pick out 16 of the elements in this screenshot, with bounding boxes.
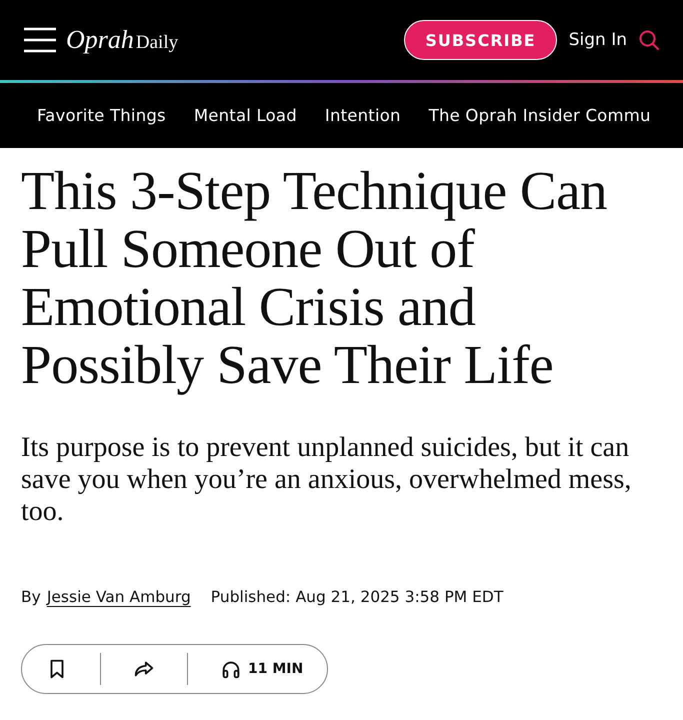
sign-in-link[interactable]: Sign In xyxy=(568,30,627,50)
logo-script[interactable]: Oprah xyxy=(66,25,134,55)
byline-prefix: By xyxy=(21,588,41,606)
menu-icon[interactable] xyxy=(24,27,56,53)
headline: This 3-Step Technique Can Pull Someone Out of Emotional Crisis and Possibly Save Their Life xyxy=(21,162,608,394)
nav-link[interactable]: Intention xyxy=(324,106,401,125)
logo-word[interactable]: Daily xyxy=(136,32,178,54)
author-link[interactable]: Jessie Van Amburg xyxy=(46,588,191,606)
publish-date: Published: Aug 21, 2025 3:58 PM EDT xyxy=(210,588,504,606)
subheadline: Its purpose is to prevent unplanned suicides, but it can save you when you’re an anxious, overwhelmed mess, too. xyxy=(21,432,632,528)
nav-link[interactable]: Favorite Things xyxy=(37,106,166,125)
nav-link[interactable]: The Oprah Insider Commu xyxy=(428,106,651,125)
nav-link[interactable]: Mental Load xyxy=(194,106,297,125)
subscribe-button[interactable]: SUBSCRIBE xyxy=(404,20,557,60)
listen-button[interactable]: 11 MIN xyxy=(220,658,304,680)
search-icon xyxy=(637,28,661,52)
